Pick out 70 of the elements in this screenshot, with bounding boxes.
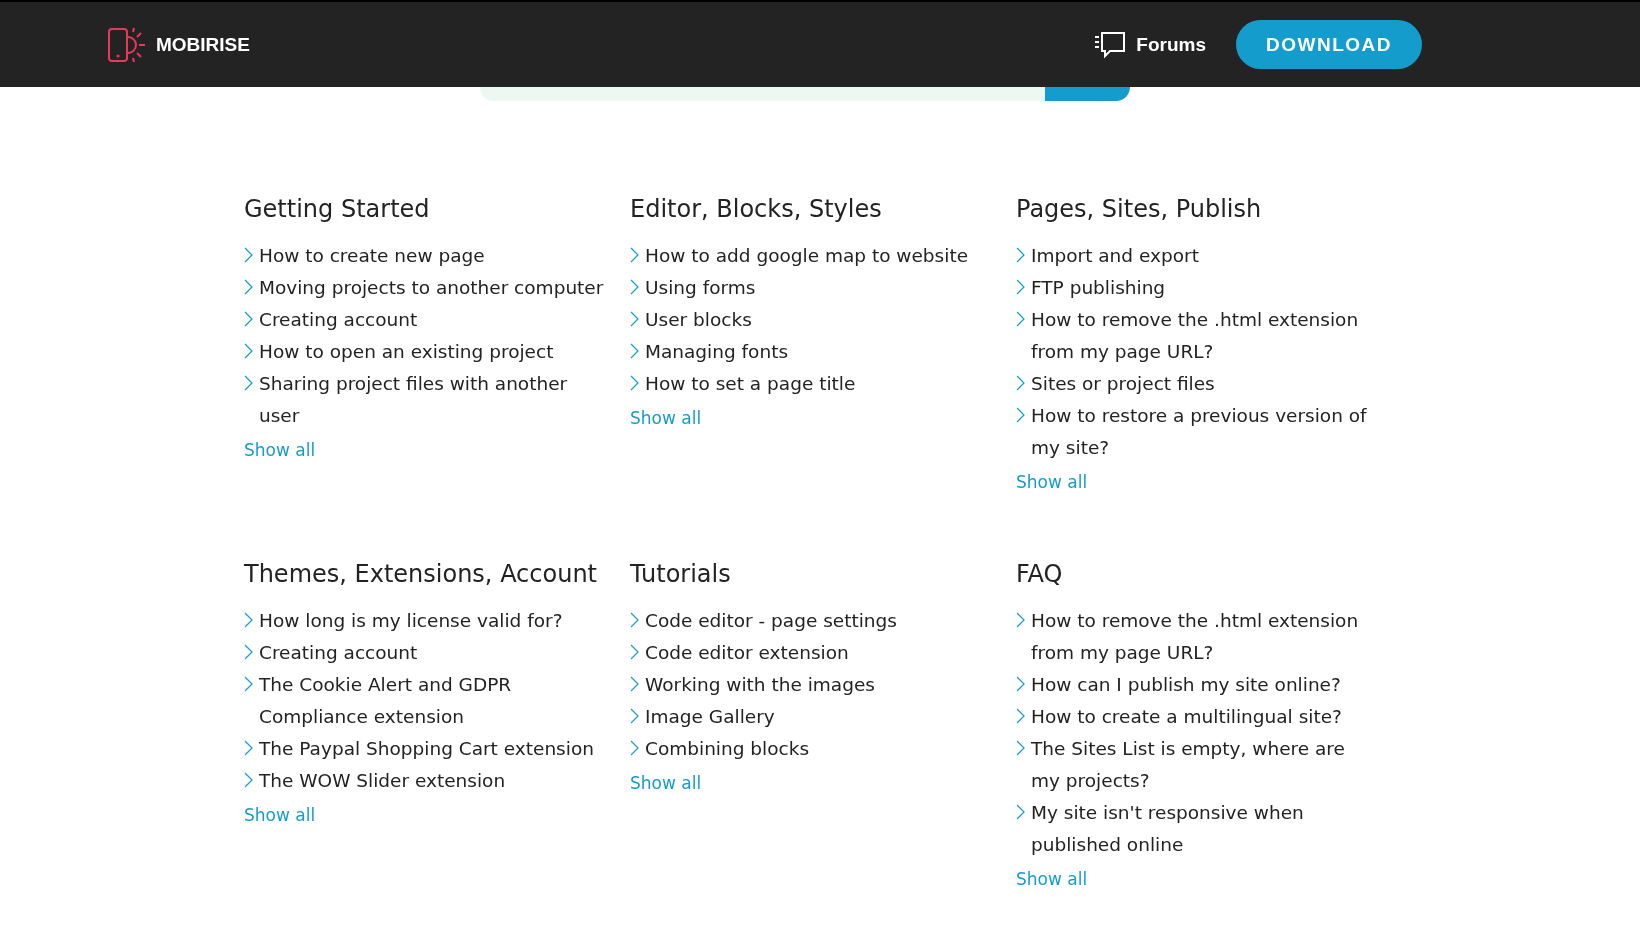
section-title: FAQ xyxy=(1016,559,1064,590)
chevron-right-icon xyxy=(244,676,253,692)
chevron-right-icon xyxy=(630,311,639,327)
article-link[interactable]: Image Gallery xyxy=(630,701,990,733)
chevron-right-icon xyxy=(244,740,253,756)
chevron-right-icon xyxy=(630,375,639,391)
article-link[interactable]: User blocks xyxy=(630,304,990,336)
chevron-right-icon xyxy=(1016,247,1025,263)
article-link[interactable]: How to restore a previous version of my site? xyxy=(1016,400,1376,464)
chevron-right-icon xyxy=(630,708,639,724)
article-link[interactable]: FTP publishing xyxy=(1016,272,1376,304)
article-link[interactable]: Moving projects to another computer xyxy=(244,272,604,304)
article-link[interactable]: The Paypal Shopping Cart extension xyxy=(244,733,604,765)
article-link[interactable]: How long is my license valid for? xyxy=(244,605,604,637)
chevron-right-icon xyxy=(244,279,253,295)
article-link[interactable]: Import and export xyxy=(1016,240,1376,272)
chevron-right-icon xyxy=(1016,279,1025,295)
article-link[interactable]: How can I publish my site online? xyxy=(1016,669,1376,701)
article-link[interactable]: Working with the images xyxy=(630,669,990,701)
phone-logo-icon xyxy=(108,27,146,62)
article-link[interactable]: How to open an existing project xyxy=(244,336,604,368)
article-link[interactable]: The Cookie Alert and GDPR Compliance extension xyxy=(244,669,604,733)
article-link[interactable]: Creating account xyxy=(244,304,604,336)
article-link[interactable]: How to create new page xyxy=(244,240,604,272)
chevron-right-icon xyxy=(244,375,253,391)
chevron-right-icon xyxy=(630,612,639,628)
section-title: Getting Started xyxy=(244,194,431,225)
article-link[interactable]: Creating account xyxy=(244,637,604,669)
chevron-right-icon xyxy=(630,343,639,359)
article-link[interactable]: Code editor extension xyxy=(630,637,990,669)
chevron-right-icon xyxy=(1016,676,1025,692)
chevron-right-icon xyxy=(1016,740,1025,756)
article-link[interactable]: Sites or project files xyxy=(1016,368,1376,400)
chevron-right-icon xyxy=(1016,612,1025,628)
article-link[interactable]: Code editor - page settings xyxy=(630,605,990,637)
chevron-right-icon xyxy=(1016,804,1025,820)
chevron-right-icon xyxy=(1016,708,1025,724)
chevron-right-icon xyxy=(244,612,253,628)
article-link[interactable]: How to remove the .html extension from my page URL? xyxy=(1016,605,1376,669)
section-title: Themes, Extensions, Account xyxy=(244,559,599,590)
chevron-right-icon xyxy=(630,740,639,756)
chat-bubble-icon xyxy=(1094,30,1127,59)
chevron-right-icon xyxy=(630,247,639,263)
article-link[interactable]: Using forms xyxy=(630,272,990,304)
article-link[interactable]: How to set a page title xyxy=(630,368,990,400)
chevron-right-icon xyxy=(1016,407,1025,423)
article-link[interactable]: Managing fonts xyxy=(630,336,990,368)
article-link[interactable]: The Sites List is empty, where are my projects? xyxy=(1016,733,1376,797)
article-link[interactable]: How to remove the .html extension from my page URL? xyxy=(1016,304,1376,368)
chevron-right-icon xyxy=(244,644,253,660)
article-link[interactable]: How to add google map to website xyxy=(630,240,990,272)
forums-link[interactable]: Forums xyxy=(1094,30,1206,59)
article-link[interactable]: My site isn't responsive when published online xyxy=(1016,797,1376,861)
article-link[interactable]: How to create a multilingual site? xyxy=(1016,701,1376,733)
chevron-right-icon xyxy=(630,676,639,692)
article-link[interactable]: The WOW Slider extension xyxy=(244,765,604,797)
chevron-right-icon xyxy=(244,311,253,327)
section-title: Pages, Sites, Publish xyxy=(1016,194,1263,225)
chevron-right-icon xyxy=(244,772,253,788)
chevron-right-icon xyxy=(244,247,253,263)
section-title: Editor, Blocks, Styles xyxy=(630,194,883,225)
chevron-right-icon xyxy=(1016,375,1025,391)
article-link[interactable]: Sharing project files with another user xyxy=(244,368,604,432)
section-title: Tutorials xyxy=(630,559,732,590)
chevron-right-icon xyxy=(1016,311,1025,327)
chevron-right-icon xyxy=(630,279,639,295)
logo-text: MOBIRISE xyxy=(156,33,250,56)
chevron-right-icon xyxy=(630,644,639,660)
chevron-right-icon xyxy=(244,343,253,359)
article-link[interactable]: Combining blocks xyxy=(630,733,990,765)
